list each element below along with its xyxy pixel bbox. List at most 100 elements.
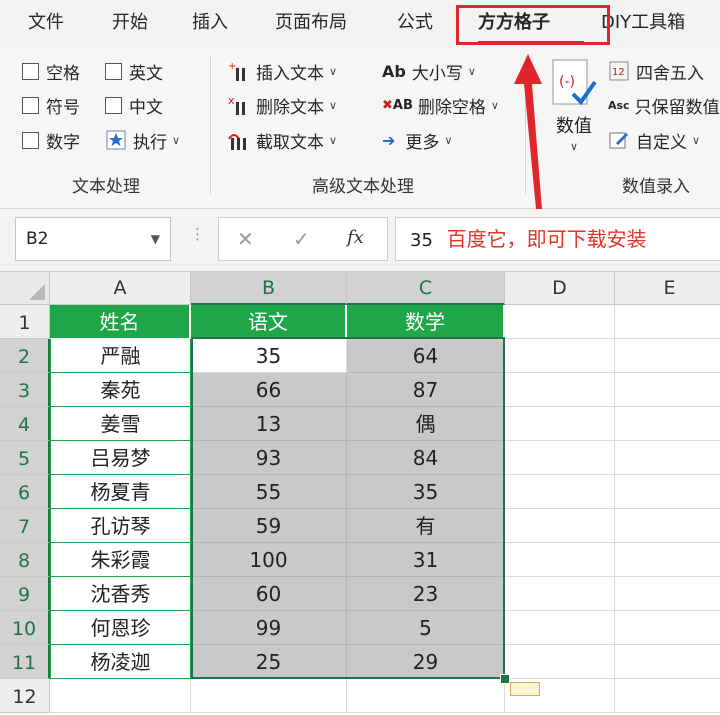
table-cell[interactable] (615, 577, 720, 611)
table-cell[interactable]: 31 (347, 543, 505, 577)
table-cell[interactable]: 99 (191, 611, 347, 645)
keep-value-button[interactable]: Asc 只保留数值 (608, 92, 720, 118)
execute-button[interactable]: 执行 ∨ (105, 127, 180, 153)
table-cell[interactable]: 杨凌迦 (50, 645, 191, 679)
table-cell[interactable] (615, 407, 720, 441)
table-cell[interactable]: 87 (347, 373, 505, 407)
checkbox-box[interactable] (22, 96, 39, 114)
table-cell[interactable]: 35 (347, 475, 505, 509)
table-cell[interactable] (615, 509, 720, 543)
table-cell[interactable]: 吕易梦 (50, 441, 191, 475)
custom-button[interactable]: 自定义 ∨ (608, 127, 700, 153)
table-cell[interactable]: 60 (191, 577, 347, 611)
row-header-7[interactable]: 7 (0, 509, 50, 543)
table-cell[interactable]: 沈香秀 (50, 577, 191, 611)
tab-formulas[interactable]: 公式 (397, 8, 433, 38)
table-cell[interactable]: 朱彩霞 (50, 543, 191, 577)
tab-home[interactable]: 开始 (112, 8, 148, 38)
row-header-1[interactable]: 1 (0, 305, 50, 339)
table-cell[interactable] (347, 679, 505, 713)
row-header-11[interactable]: 11 (0, 645, 50, 679)
checkbox-box[interactable] (105, 96, 122, 114)
table-cell[interactable]: 100 (191, 543, 347, 577)
remove-spaces-button[interactable]: ✖AB 删除空格 ∨ (382, 92, 499, 118)
table-cell[interactable] (50, 679, 191, 713)
table-cell[interactable] (505, 407, 615, 441)
table-cell[interactable] (505, 645, 615, 679)
column-header-e[interactable]: E (615, 272, 720, 305)
confirm-icon[interactable]: ✓ (293, 227, 310, 251)
quick-analysis-icon[interactable] (510, 682, 540, 696)
tab-diy-toolbox[interactable]: DIY工具箱 (601, 8, 685, 38)
formula-input[interactable]: 35 百度它，即可下载安装 (395, 217, 720, 261)
table-cell[interactable] (615, 475, 720, 509)
table-cell[interactable] (615, 441, 720, 475)
insert-text-button[interactable]: + 插入文本 ∨ (228, 58, 337, 84)
table-cell[interactable]: 杨夏青 (50, 475, 191, 509)
table-cell[interactable] (505, 373, 615, 407)
table-cell[interactable]: 有 (347, 509, 505, 543)
column-header-c[interactable]: C (347, 272, 505, 305)
table-cell[interactable]: 93 (191, 441, 347, 475)
table-cell[interactable]: 23 (347, 577, 505, 611)
row-header-10[interactable]: 10 (0, 611, 50, 645)
extract-text-button[interactable]: 截取文本 ∨ (228, 127, 337, 153)
row-header-3[interactable]: 3 (0, 373, 50, 407)
table-cell[interactable] (191, 679, 347, 713)
table-cell[interactable]: 59 (191, 509, 347, 543)
table-cell[interactable]: 孔访琴 (50, 509, 191, 543)
more-button[interactable]: ➔ 更多 ∨ (382, 127, 452, 153)
checkbox-symbol[interactable]: 符号 (22, 92, 80, 118)
checkbox-box[interactable] (22, 131, 39, 149)
table-cell[interactable] (505, 441, 615, 475)
case-button[interactable]: Ab 大小写 ∨ (382, 58, 476, 84)
table-cell[interactable] (615, 611, 720, 645)
row-header-6[interactable]: 6 (0, 475, 50, 509)
checkbox-number[interactable]: 数字 (22, 127, 80, 153)
table-cell[interactable] (505, 509, 615, 543)
table-cell[interactable] (505, 611, 615, 645)
insert-function-icon[interactable]: fx (347, 227, 364, 248)
table-cell[interactable] (505, 577, 615, 611)
table-cell[interactable]: 何恩珍 (50, 611, 191, 645)
column-header-a[interactable]: A (50, 272, 191, 305)
row-header-9[interactable]: 9 (0, 577, 50, 611)
table-cell[interactable] (615, 339, 720, 373)
table-cell[interactable]: 55 (191, 475, 347, 509)
cancel-icon[interactable]: ✕ (237, 227, 254, 251)
row-header-8[interactable]: 8 (0, 543, 50, 577)
select-all-corner[interactable] (0, 272, 50, 305)
delete-text-button[interactable]: x 删除文本 ∨ (228, 92, 337, 118)
table-cell[interactable] (615, 645, 720, 679)
table-cell[interactable] (615, 305, 720, 339)
table-cell[interactable]: 秦苑 (50, 373, 191, 407)
table-cell[interactable] (615, 373, 720, 407)
table-cell[interactable] (505, 543, 615, 577)
row-header-5[interactable]: 5 (0, 441, 50, 475)
table-cell[interactable] (615, 679, 720, 713)
table-cell[interactable]: 13 (191, 407, 347, 441)
table-cell[interactable]: 66 (191, 373, 347, 407)
checkbox-box[interactable] (105, 62, 122, 80)
table-cell[interactable]: 偶 (347, 407, 505, 441)
checkbox-chinese[interactable]: 中文 (105, 92, 163, 118)
tab-file[interactable]: 文件 (28, 8, 64, 38)
tab-insert[interactable]: 插入 (192, 8, 228, 38)
table-cell[interactable]: 5 (347, 611, 505, 645)
table-cell[interactable]: 25 (191, 645, 347, 679)
table-cell[interactable]: 29 (347, 645, 505, 679)
table-cell[interactable]: 严融 (50, 339, 191, 373)
table-cell[interactable]: 64 (347, 339, 505, 373)
header-cell[interactable]: 数学 (347, 305, 505, 339)
chevron-down-icon[interactable]: ▼ (151, 218, 160, 260)
row-header-2[interactable]: 2 (0, 339, 50, 373)
round-button[interactable]: 12 四舍五入 (608, 58, 704, 84)
column-header-d[interactable]: D (505, 272, 615, 305)
table-cell[interactable] (505, 339, 615, 373)
header-cell[interactable]: 语文 (191, 305, 347, 339)
row-header-12[interactable]: 12 (0, 679, 50, 713)
table-cell[interactable]: 84 (347, 441, 505, 475)
fill-handle[interactable] (500, 674, 510, 684)
checkbox-space[interactable]: 空格 (22, 58, 80, 84)
header-cell[interactable]: 姓名 (50, 305, 191, 339)
